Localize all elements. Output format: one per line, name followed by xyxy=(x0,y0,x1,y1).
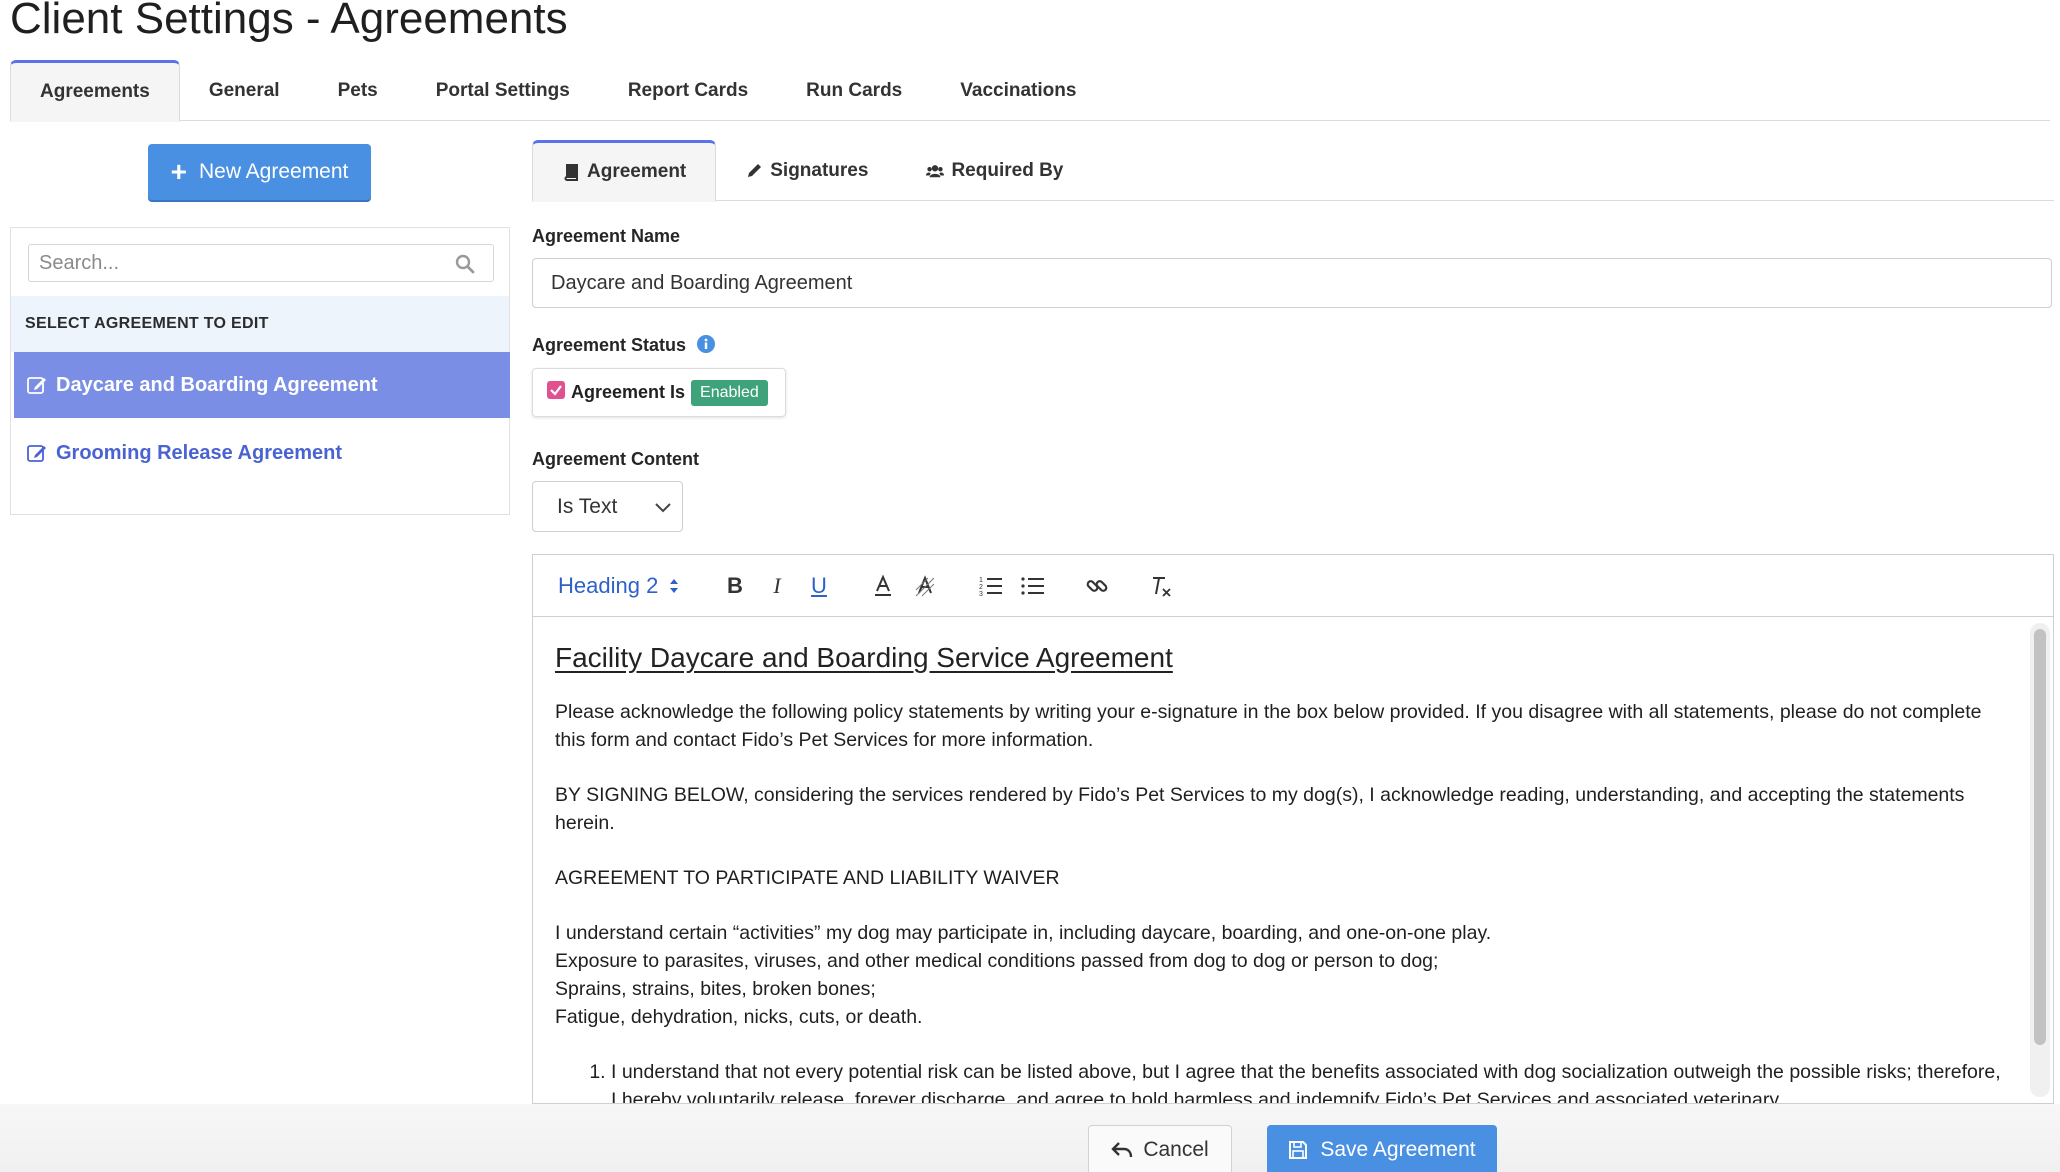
paragraph: Please acknowledge the following policy … xyxy=(555,701,1982,751)
checkmark-icon xyxy=(550,384,562,396)
status-checkbox-label: Agreement Is xyxy=(571,382,686,402)
list-item: I understand that not every potential ri… xyxy=(611,1058,2001,1103)
edit-icon xyxy=(27,377,46,394)
tab-pets[interactable]: Pets xyxy=(309,60,407,121)
tab-required-by-label: Required By xyxy=(951,159,1064,181)
heading-select[interactable]: Heading 2 xyxy=(558,573,680,599)
numbered-list: I understand that not every potential ri… xyxy=(555,1058,2001,1103)
tab-vaccinations[interactable]: Vaccinations xyxy=(931,60,1105,121)
list-item-label: Daycare and Boarding Agreement xyxy=(56,373,378,396)
scrollbar-thumb[interactable] xyxy=(2034,629,2046,1045)
bold-button[interactable]: B xyxy=(721,572,749,600)
editor-toolbar: Heading 2 B I U 1 2 3 xyxy=(533,555,2053,617)
agreement-name-field-wrap xyxy=(532,258,2052,308)
agreement-list-panel: SELECT AGREEMENT TO EDIT Daycare and Boa… xyxy=(10,227,510,515)
rich-text-editor: Heading 2 B I U 1 2 3 Facility Daycare a… xyxy=(532,554,2054,1104)
agreement-status-toggle[interactable]: Agreement Is Enabled xyxy=(532,368,786,417)
tab-agreements[interactable]: Agreements xyxy=(10,60,180,122)
agreement-content-label: Agreement Content xyxy=(532,449,700,469)
svg-text:3: 3 xyxy=(979,591,983,597)
edit-icon xyxy=(27,445,46,462)
pencil-icon xyxy=(748,163,762,177)
italic-icon: I xyxy=(773,573,781,598)
info-icon[interactable] xyxy=(697,335,715,353)
ordered-list-icon: 1 2 3 xyxy=(979,577,1002,597)
editor-scrollbar[interactable] xyxy=(2030,623,2050,1097)
background-color-button[interactable] xyxy=(911,572,939,600)
editor-content[interactable]: Facility Daycare and Boarding Service Ag… xyxy=(533,618,2023,1103)
list-item-label: Grooming Release Agreement xyxy=(56,441,343,464)
search-icon[interactable] xyxy=(455,254,475,274)
tab-portal-settings[interactable]: Portal Settings xyxy=(407,60,599,121)
book-icon xyxy=(564,164,578,181)
cancel-button[interactable]: Cancel xyxy=(1088,1125,1232,1172)
clear-format-icon xyxy=(1153,577,1171,597)
content-type-select[interactable]: Is Text xyxy=(532,481,683,532)
tab-general[interactable]: General xyxy=(180,60,309,121)
link-button[interactable] xyxy=(1083,572,1111,600)
top-tabs: Agreements General Pets Portal Settings … xyxy=(10,60,2050,122)
agreement-name-input[interactable] xyxy=(533,259,2051,307)
bullet-list-button[interactable] xyxy=(1019,572,1047,600)
clear-format-button[interactable] xyxy=(1147,572,1175,600)
paragraph: BY SIGNING BELOW, considering the servic… xyxy=(555,784,1965,834)
agreement-sub-tabs: Agreement Signatures Required By xyxy=(532,140,2054,202)
undo-icon xyxy=(1111,1142,1133,1158)
background-color-icon xyxy=(915,575,935,597)
content-type-value: Is Text xyxy=(557,494,618,518)
text-line: Fatigue, dehydration, nicks, cuts, or de… xyxy=(555,1006,923,1028)
tab-signatures-label: Signatures xyxy=(770,159,869,181)
floppy-disk-icon xyxy=(1289,1141,1308,1159)
new-agreement-button[interactable]: + New Agreement xyxy=(148,144,371,200)
svg-text:1: 1 xyxy=(979,577,983,584)
italic-button[interactable]: I xyxy=(763,572,791,600)
users-icon xyxy=(926,164,945,177)
text-color-icon xyxy=(875,574,891,596)
chevron-down-icon xyxy=(655,503,671,513)
paragraph: AGREEMENT TO PARTICIPATE AND LIABILITY W… xyxy=(555,867,1060,889)
text-color-button[interactable] xyxy=(869,572,897,600)
plus-icon: + xyxy=(170,156,187,187)
search-box xyxy=(28,244,494,282)
sort-arrows-icon xyxy=(670,579,679,593)
bold-icon: B xyxy=(727,573,743,598)
tab-required-by[interactable]: Required By xyxy=(897,140,1092,201)
agreement-status-label: Agreement Status xyxy=(532,335,687,355)
search-input[interactable] xyxy=(29,245,493,281)
underline-button[interactable]: U xyxy=(805,572,833,600)
save-agreement-button[interactable]: Save Agreement xyxy=(1267,1125,1497,1172)
list-header: SELECT AGREEMENT TO EDIT xyxy=(11,296,509,352)
page-title: Client Settings - Agreements xyxy=(10,0,568,43)
tab-agreement-label: Agreement xyxy=(587,161,687,182)
risk-lines: I understand certain “activities” my dog… xyxy=(555,919,2001,1031)
cancel-label: Cancel xyxy=(1143,1138,1209,1161)
agreement-name-label: Agreement Name xyxy=(532,226,681,246)
link-icon xyxy=(1086,580,1108,592)
bullet-list-icon xyxy=(1021,577,1044,595)
text-line: Exposure to parasites, viruses, and othe… xyxy=(555,950,1439,972)
text-line: Sprains, strains, bites, broken bones; xyxy=(555,978,876,1000)
document-heading: Facility Daycare and Boarding Service Ag… xyxy=(555,642,1173,673)
svg-text:2: 2 xyxy=(979,584,983,591)
underline-icon: U xyxy=(811,573,827,598)
new-agreement-label: New Agreement xyxy=(198,160,349,183)
tab-signatures[interactable]: Signatures xyxy=(716,140,897,201)
tab-agreement[interactable]: Agreement xyxy=(532,140,717,202)
text-line: I understand certain “activities” my dog… xyxy=(555,922,1492,944)
action-bar xyxy=(0,1104,2060,1172)
tab-run-cards[interactable]: Run Cards xyxy=(777,60,931,121)
heading-select-value: Heading 2 xyxy=(558,573,659,598)
list-item-grooming-release[interactable]: Grooming Release Agreement xyxy=(14,420,510,486)
save-label: Save Agreement xyxy=(1320,1138,1476,1161)
list-item-daycare-boarding[interactable]: Daycare and Boarding Agreement xyxy=(14,352,510,418)
tab-report-cards[interactable]: Report Cards xyxy=(599,60,777,121)
status-checkbox[interactable] xyxy=(547,380,565,399)
status-badge: Enabled xyxy=(691,379,768,406)
ordered-list-button[interactable]: 1 2 3 xyxy=(977,572,1005,600)
